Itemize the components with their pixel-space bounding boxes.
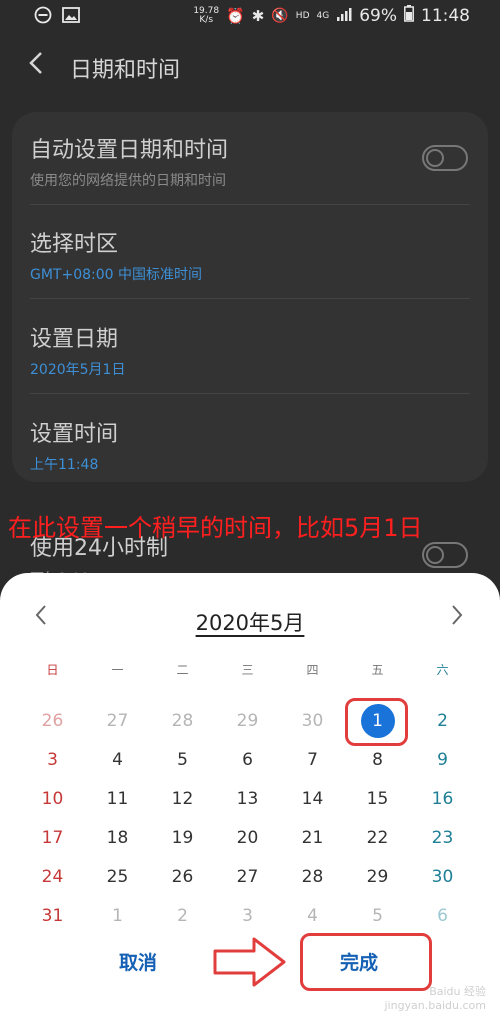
calendar-day[interactable]: 29 (345, 862, 410, 892)
calendar-day[interactable]: 28 (150, 706, 215, 736)
divider (30, 393, 470, 394)
calendar-day[interactable]: 6 (410, 901, 475, 931)
calendar-day[interactable]: 11 (85, 784, 150, 814)
weekday-label: 四 (306, 663, 319, 677)
set-time-row[interactable]: 设置时间 上午11:48 (30, 416, 470, 474)
arrow-right-icon (213, 937, 286, 987)
divider (30, 298, 470, 299)
status-bar: 19.78 K/s ⏰ ✱ 🔇 HD 4G 69% 11:48 (0, 0, 500, 34)
weekday-label: 二 (176, 663, 189, 677)
use-24h-toggle[interactable] (422, 542, 468, 568)
calendar-day[interactable]: 30 (280, 706, 345, 736)
weekday-label: 五 (371, 663, 384, 677)
calendar-day[interactable]: 3 (215, 901, 280, 931)
calendar-day[interactable]: 31 (20, 901, 85, 931)
back-arrow-icon[interactable] (28, 50, 44, 83)
calendar-day[interactable]: 2 (410, 706, 475, 736)
calendar-day[interactable]: 7 (280, 745, 345, 775)
hd-label: HD (295, 11, 310, 21)
calendar-day[interactable]: 18 (85, 823, 150, 853)
highlight-box (345, 698, 408, 746)
battery-level: 69% (359, 6, 397, 26)
set-date-value: 2020年5月1日 (30, 362, 126, 378)
timezone-value: GMT+08:00 中国标准时间 (30, 267, 203, 283)
calendar-day[interactable]: 12 (150, 784, 215, 814)
signal-icon (336, 6, 352, 26)
auto-datetime-subtitle: 使用您的网络提供的日期和时间 (30, 173, 226, 189)
auto-datetime-toggle[interactable] (422, 145, 468, 171)
calendar-day[interactable]: 30 (410, 862, 475, 892)
watermark: Baidu 经验 jingyan.baidu.com (384, 985, 486, 1012)
calendar-day[interactable]: 16 (410, 784, 475, 814)
weekday-label: 六 (436, 663, 449, 677)
page-title: 日期和时间 (70, 58, 181, 83)
battery-icon (404, 5, 414, 27)
calendar-day[interactable]: 10 (20, 784, 85, 814)
calendar-day[interactable]: 5 (150, 745, 215, 775)
bluetooth-icon: ✱ (251, 7, 265, 25)
set-time-title: 设置时间 (30, 422, 119, 447)
gallery-icon (62, 7, 80, 28)
timezone-title: 选择时区 (30, 232, 119, 257)
clock: 11:48 (421, 6, 470, 26)
calendar-day[interactable]: 17 (20, 823, 85, 853)
set-time-value: 上午11:48 (30, 457, 99, 473)
calendar-day[interactable]: 24 (20, 862, 85, 892)
month-label[interactable]: 2020年5月 (0, 607, 500, 637)
date-picker-dialog: 2020年5月 日一二三四五六 26 27 28 29 30 1 2 3 4 5 6 7 8 9 10 11 12… (0, 573, 500, 1028)
set-date-row[interactable]: 设置日期 2020年5月1日 (30, 321, 470, 379)
signal-type: 4G (316, 11, 330, 21)
calendar-day[interactable]: 23 (410, 823, 475, 853)
auto-datetime-title: 自动设置日期和时间 (30, 138, 229, 163)
calendar-day[interactable]: 9 (410, 745, 475, 775)
calendar-day[interactable]: 8 (345, 745, 410, 775)
weekday-label: 日 (46, 663, 59, 677)
calendar-day[interactable]: 19 (150, 823, 215, 853)
timezone-row[interactable]: 选择时区 GMT+08:00 中国标准时间 (30, 226, 470, 284)
net-speed: 19.78 K/s (193, 6, 220, 25)
calendar-day[interactable]: 27 (215, 862, 280, 892)
calendar-day[interactable]: 26 (150, 862, 215, 892)
calendar-day[interactable]: 28 (280, 862, 345, 892)
calendar-day[interactable]: 29 (215, 706, 280, 736)
calendar-day[interactable]: 1 (85, 901, 150, 931)
weekday-label: 三 (241, 663, 254, 677)
calendar-day[interactable]: 6 (215, 745, 280, 775)
set-date-title: 设置日期 (30, 327, 119, 352)
dnd-icon (34, 6, 52, 29)
calendar-day[interactable]: 4 (85, 745, 150, 775)
mute-icon: 🔇 (271, 8, 289, 24)
weekday-label: 一 (111, 663, 124, 677)
calendar-day[interactable]: 14 (280, 784, 345, 814)
calendar-day[interactable]: 15 (345, 784, 410, 814)
calendar-day[interactable]: 26 (20, 706, 85, 736)
divider (30, 204, 470, 205)
calendar-day[interactable]: 22 (345, 823, 410, 853)
auto-datetime-row[interactable]: 自动设置日期和时间 使用您的网络提供的日期和时间 (30, 132, 470, 190)
calendar-day[interactable]: 21 (280, 823, 345, 853)
calendar-day[interactable]: 13 (215, 784, 280, 814)
calendar-day[interactable]: 3 (20, 745, 85, 775)
next-month-icon[interactable] (450, 603, 464, 633)
cancel-button[interactable]: 取消 (119, 948, 157, 975)
calendar-day[interactable]: 2 (150, 901, 215, 931)
calendar-day[interactable]: 27 (85, 706, 150, 736)
calendar-day[interactable]: 5 (345, 901, 410, 931)
calendar-day[interactable]: 4 (280, 901, 345, 931)
calendar-day[interactable]: 25 (85, 862, 150, 892)
app-header: 日期和时间 (0, 40, 500, 90)
annotation-text: 在此设置一个稍早的时间，比如5月1日 (8, 514, 423, 542)
alarm-icon: ⏰ (226, 7, 245, 25)
done-button[interactable]: 完成 (340, 948, 378, 975)
calendar-day[interactable]: 20 (215, 823, 280, 853)
